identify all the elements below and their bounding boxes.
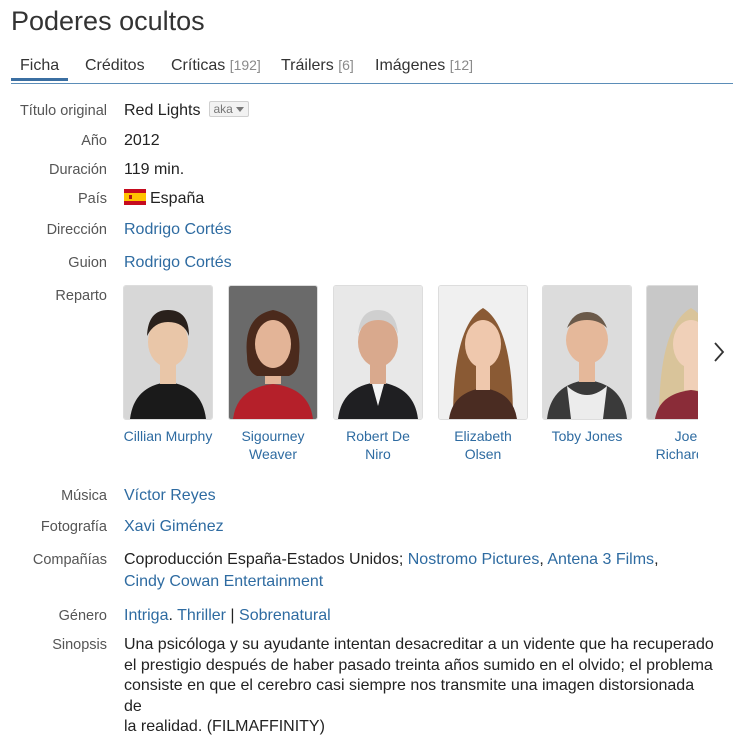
cast-card[interactable]: Toby Jones bbox=[542, 285, 632, 445]
page-title: Poderes ocultos bbox=[11, 6, 205, 36]
tab-creditos[interactable]: Créditos bbox=[85, 57, 145, 75]
country-value: España bbox=[124, 188, 714, 210]
cast-label: Reparto bbox=[55, 288, 107, 304]
tab-ficha[interactable]: Ficha bbox=[11, 57, 69, 81]
tab-bar: Ficha Créditos Críticas [192] Tráilers [… bbox=[11, 56, 733, 84]
actor-photo bbox=[123, 285, 213, 420]
cast-card[interactable]: Cillian Murphy bbox=[123, 285, 213, 445]
tab-label: Ficha bbox=[20, 57, 60, 74]
cast-carousel: Cillian Murphy SigourneyWeaver Robert D bbox=[122, 285, 698, 465]
cast-card[interactable]: Sigourney Weaver bbox=[228, 285, 318, 463]
actor-name: Toby Jones bbox=[551, 428, 623, 444]
tab-imagenes[interactable]: Imágenes [12] bbox=[375, 57, 473, 75]
photography-value: Xavi Giménez bbox=[124, 516, 714, 538]
aka-dropdown[interactable]: aka bbox=[208, 101, 249, 117]
actor-photo bbox=[333, 285, 423, 420]
company-link[interactable]: Antena 3 Films bbox=[547, 551, 654, 568]
duration-value: 119 min. bbox=[124, 161, 185, 178]
companies-prefix: Coproducción España-Estados Unidos; bbox=[124, 551, 404, 568]
duration-label: Duración bbox=[48, 162, 107, 178]
tab-label: Críticas bbox=[171, 57, 226, 74]
movie-page: Poderes ocultos Ficha Créditos Críticas … bbox=[0, 0, 734, 735]
tab-trailers[interactable]: Tráilers [6] bbox=[281, 57, 354, 75]
genre-link[interactable]: Intriga bbox=[124, 607, 168, 624]
actor-photo bbox=[228, 285, 318, 420]
genre-label: Género bbox=[58, 608, 107, 624]
actor-name: Sigourney Weaver bbox=[241, 428, 305, 462]
year-label: Año bbox=[81, 133, 107, 149]
writer-link[interactable]: Rodrigo Cortés bbox=[124, 254, 232, 271]
director-link[interactable]: Rodrigo Cortés bbox=[124, 221, 232, 238]
tab-count: [192] bbox=[229, 57, 261, 73]
genre-link[interactable]: Sobrenatural bbox=[239, 607, 331, 624]
synopsis-text: Una psicóloga y su ayudante intentan des… bbox=[124, 636, 714, 735]
tab-count: [6] bbox=[338, 57, 354, 73]
writer-label: Guion bbox=[68, 255, 107, 271]
director-label: Dirección bbox=[46, 222, 107, 238]
company-link[interactable]: Nostromo Pictures bbox=[408, 551, 540, 568]
writer-value: Rodrigo Cortés bbox=[124, 252, 714, 274]
year-value: 2012 bbox=[124, 132, 160, 149]
music-label: Música bbox=[61, 488, 107, 504]
director-value: Rodrigo Cortés bbox=[124, 219, 714, 241]
original-title-value: Red Lights aka bbox=[124, 100, 714, 122]
companies-label: Compañías bbox=[32, 552, 107, 568]
genre-link[interactable]: Thriller bbox=[177, 607, 226, 624]
photography-link[interactable]: Xavi Giménez bbox=[124, 518, 224, 535]
chevron-right-icon[interactable] bbox=[708, 338, 730, 366]
actor-name: Cillian Murphy bbox=[123, 428, 213, 444]
actor-photo bbox=[646, 285, 698, 420]
actor-photo bbox=[438, 285, 528, 420]
genre-value: Intriga. Thriller | Sobrenatural bbox=[124, 607, 331, 624]
country-label: País bbox=[77, 191, 107, 207]
country-name: España bbox=[150, 190, 205, 207]
aka-label: aka bbox=[213, 102, 233, 116]
synopsis-label: Sinopsis bbox=[52, 637, 107, 653]
music-link[interactable]: Víctor Reyes bbox=[124, 487, 216, 504]
tab-label: Créditos bbox=[85, 57, 145, 74]
actor-photo bbox=[542, 285, 632, 420]
spain-flag-icon bbox=[124, 189, 146, 205]
chevron-down-icon bbox=[235, 107, 244, 112]
tab-count: [12] bbox=[449, 57, 474, 73]
original-title-text: Red Lights bbox=[124, 102, 201, 119]
cast-card[interactable]: Robert De Niro bbox=[333, 285, 423, 463]
company-link[interactable]: Cindy Cowan Entertainment bbox=[124, 573, 323, 590]
actor-name: JoelyRichardson bbox=[655, 428, 698, 462]
cast-card[interactable]: Elizabeth Olsen bbox=[438, 285, 528, 463]
actor-name: Robert De Niro bbox=[346, 428, 410, 462]
tab-criticas[interactable]: Críticas [192] bbox=[171, 57, 261, 75]
actor-name: Elizabeth Olsen bbox=[454, 428, 512, 462]
music-value: Víctor Reyes bbox=[124, 485, 714, 507]
photography-label: Fotografía bbox=[40, 519, 107, 535]
original-title-label: Título original bbox=[19, 103, 107, 119]
cast-card[interactable]: JoelyRichardson bbox=[646, 285, 698, 463]
tab-label: Imágenes bbox=[375, 57, 446, 74]
companies-value: Coproducción España-Estados Unidos; Nost… bbox=[124, 551, 659, 590]
tab-label: Tráilers bbox=[281, 57, 334, 74]
